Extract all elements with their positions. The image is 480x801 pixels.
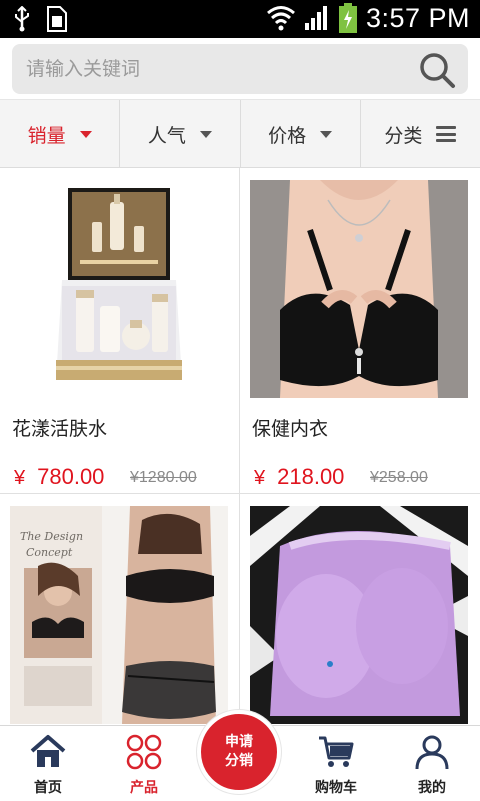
nav-cart[interactable]: 购物车: [288, 726, 384, 801]
sort-tab-label: 价格: [268, 124, 307, 147]
status-bar: 3:57 PM: [0, 0, 480, 38]
nav-label: 产品: [130, 780, 158, 796]
product-price: ¥218.00: [254, 464, 344, 490]
product-name[interactable]: 保健内衣: [252, 414, 328, 441]
nav-mine[interactable]: 我的: [384, 726, 480, 801]
price-value: 780.00: [37, 464, 105, 489]
original-price: ¥1280.00: [130, 469, 197, 486]
nav-products[interactable]: 产品: [96, 726, 192, 801]
signal-icon: [304, 6, 327, 30]
wifi-icon: [266, 6, 295, 31]
search-box[interactable]: [12, 44, 468, 94]
product-image[interactable]: The Design Concept: [10, 506, 228, 724]
usb-icon: [15, 6, 29, 32]
sort-tab-price[interactable]: 价格: [241, 100, 361, 168]
price-value: 218.00: [277, 464, 345, 489]
product-image[interactable]: [250, 506, 468, 724]
search-icon[interactable]: [418, 51, 456, 89]
home-icon: [30, 735, 66, 767]
sort-tab-sales[interactable]: 销量: [0, 100, 121, 168]
nav-label: 购物车: [315, 780, 357, 796]
product-image[interactable]: [250, 180, 468, 398]
nav-home[interactable]: 首页: [0, 726, 96, 801]
apply-distribution-button[interactable]: 申请 分销: [197, 710, 281, 794]
search-bar: [0, 38, 480, 100]
dropdown-triangle-icon: [199, 130, 212, 138]
center-button-line2: 分销: [225, 753, 253, 769]
menu-icon: [436, 126, 457, 142]
battery-charging-icon: [338, 3, 357, 33]
status-clock: 3:57 PM: [365, 2, 470, 33]
center-button-line1: 申请: [225, 734, 253, 750]
sort-tab-popularity[interactable]: 人气: [120, 100, 241, 168]
product-card[interactable]: The Design Concept: [0, 494, 240, 728]
sort-tab-label: 人气: [147, 124, 186, 147]
sort-tab-label: 分类: [384, 124, 423, 147]
sort-tab-label: 销量: [27, 124, 66, 147]
dropdown-triangle-icon: [320, 130, 333, 138]
currency-symbol: ¥: [14, 467, 26, 489]
product-card[interactable]: 花漾活肤水 ¥780.00 ¥1280.00: [0, 168, 240, 494]
nav-label: 首页: [34, 780, 62, 796]
sim-icon: [47, 6, 67, 32]
search-input[interactable]: [12, 44, 412, 94]
product-grid: 花漾活肤水 ¥780.00 ¥1280.00 保健内衣 ¥218.00 ¥258…: [0, 168, 480, 728]
brochure-text: The Design: [20, 530, 83, 543]
dropdown-triangle-icon: [79, 130, 92, 138]
product-image[interactable]: [10, 180, 228, 398]
currency-symbol: ¥: [254, 467, 266, 489]
nav-label: 我的: [418, 780, 446, 796]
user-icon: [415, 735, 449, 770]
brochure-text: Concept: [26, 546, 73, 559]
product-price: ¥780.00: [14, 464, 104, 490]
sort-bar: 销量 人气 价格 分类: [0, 100, 480, 168]
grid-icon: [126, 734, 162, 770]
product-card[interactable]: [240, 494, 480, 728]
original-price: ¥258.00: [370, 469, 428, 486]
sort-tab-category[interactable]: 分类: [361, 100, 480, 168]
product-card[interactable]: 保健内衣 ¥218.00 ¥258.00: [240, 168, 480, 494]
cart-icon: [319, 736, 354, 767]
product-name[interactable]: 花漾活肤水: [12, 414, 107, 441]
